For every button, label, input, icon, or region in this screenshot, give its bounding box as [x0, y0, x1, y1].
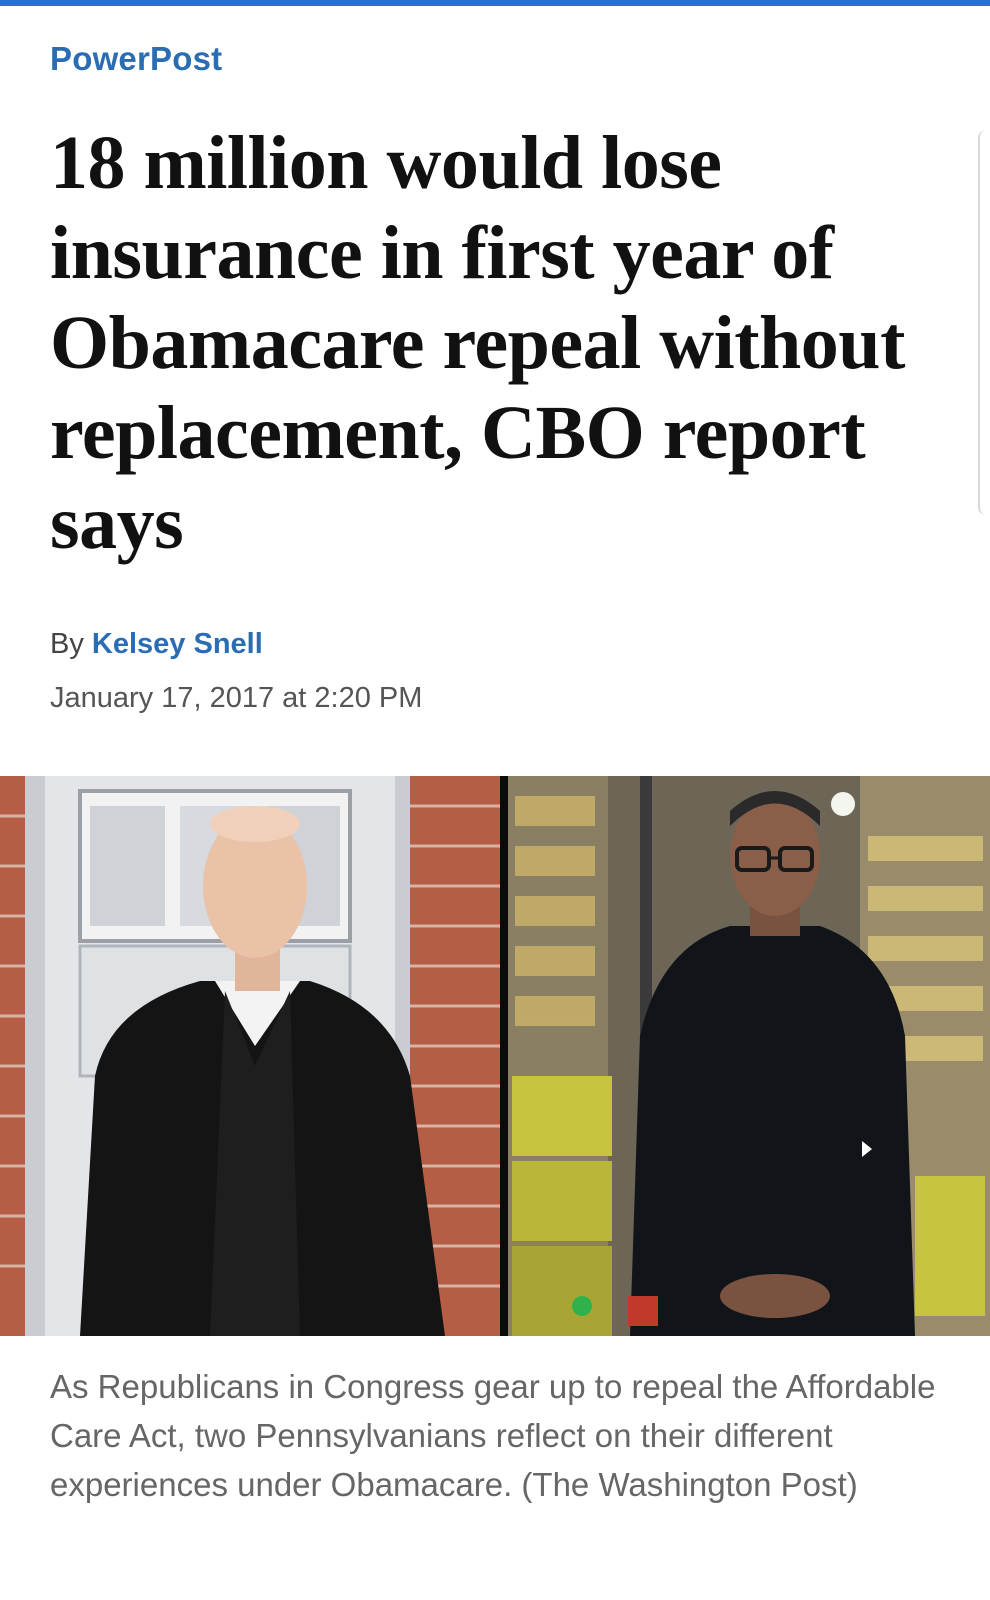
section-link[interactable]: PowerPost [50, 40, 222, 78]
byline: By Kelsey Snell [50, 628, 263, 661]
byline-prefix: By [50, 628, 84, 660]
top-accent-bar [0, 0, 990, 6]
video-thumbnail[interactable] [0, 776, 990, 1336]
scroll-edge-indicator [978, 130, 986, 515]
publish-date: January 17, 2017 at 2:20 PM [50, 682, 423, 714]
article-headline: 18 million would lose insurance in first… [50, 121, 905, 565]
photo-caption: As Republicans in Congress gear up to re… [50, 1368, 936, 1503]
photo-illustration [0, 776, 990, 1336]
author-link[interactable]: Kelsey Snell [92, 628, 263, 660]
